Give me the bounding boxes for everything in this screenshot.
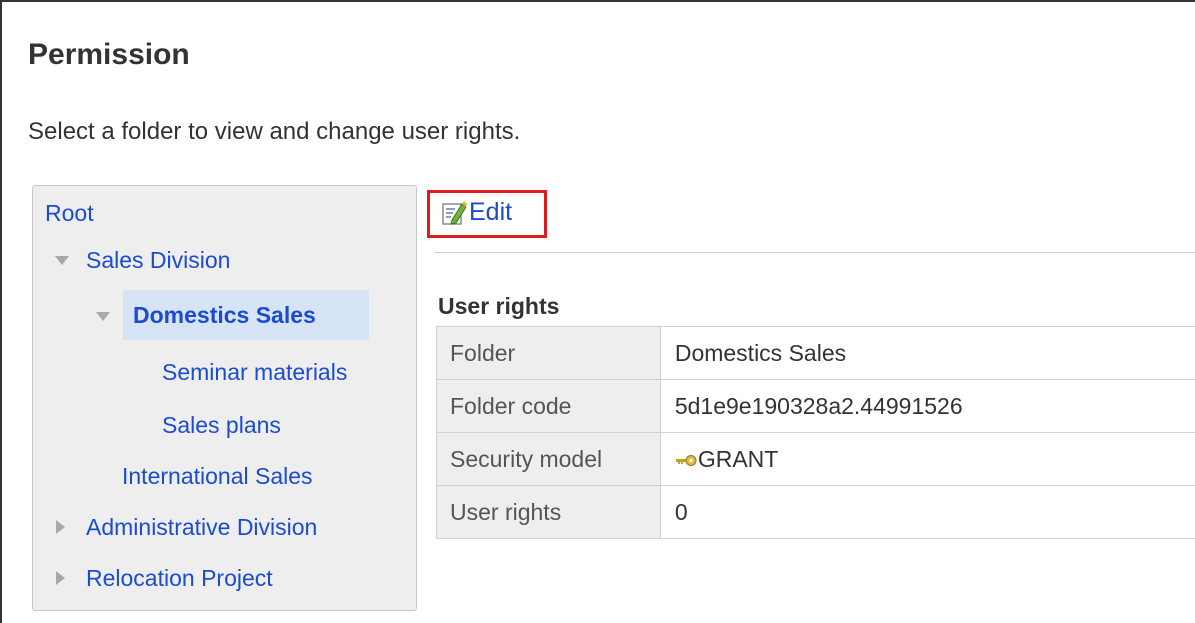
expand-triangle-icon[interactable] [96,312,110,321]
tree-node-root[interactable]: Root [45,200,94,227]
row-value: 5d1e9e190328a2.44991526 [659,379,1195,433]
user-rights-table: Folder Domestics Sales Folder code 5d1e9… [436,326,1195,539]
tree-node-seminar-materials[interactable]: Seminar materials [162,359,347,386]
folder-tree: Root Sales Division Domestics Sales Semi… [32,185,417,611]
expand-triangle-icon[interactable] [55,256,69,265]
table-row: Folder code 5d1e9e190328a2.44991526 [436,379,1195,433]
row-label: User rights [436,485,661,539]
row-value: Domestics Sales [659,326,1195,380]
table-row: Security model GRANT [436,432,1195,486]
collapse-triangle-icon[interactable] [56,520,65,534]
page-description: Select a folder to view and change user … [28,118,521,145]
table-row: User rights 0 [436,485,1195,539]
divider [435,252,1195,253]
row-label: Folder code [436,379,661,433]
row-label: Folder [436,326,661,380]
edit-button[interactable]: Edit [441,198,512,227]
security-model-value: GRANT [697,445,779,472]
edit-label: Edit [469,198,513,226]
user-rights-heading: User rights [438,293,560,319]
row-value-security-model: GRANT [659,432,1195,486]
tree-node-administrative-division[interactable]: Administrative Division [86,514,317,541]
key-icon [675,455,697,467]
tree-node-international-sales[interactable]: International Sales [122,463,313,490]
tree-node-domestics-sales[interactable]: Domestics Sales [133,302,316,329]
table-row: Folder Domestics Sales [436,326,1195,380]
row-value: 0 [659,485,1195,539]
collapse-triangle-icon[interactable] [56,571,65,585]
tree-node-sales-plans[interactable]: Sales plans [162,412,281,439]
edit-icon [442,200,467,225]
tree-node-sales-division[interactable]: Sales Division [86,247,230,274]
page-title: Permission [28,38,190,71]
row-label: Security model [436,432,661,486]
tree-node-relocation-project[interactable]: Relocation Project [86,565,273,592]
